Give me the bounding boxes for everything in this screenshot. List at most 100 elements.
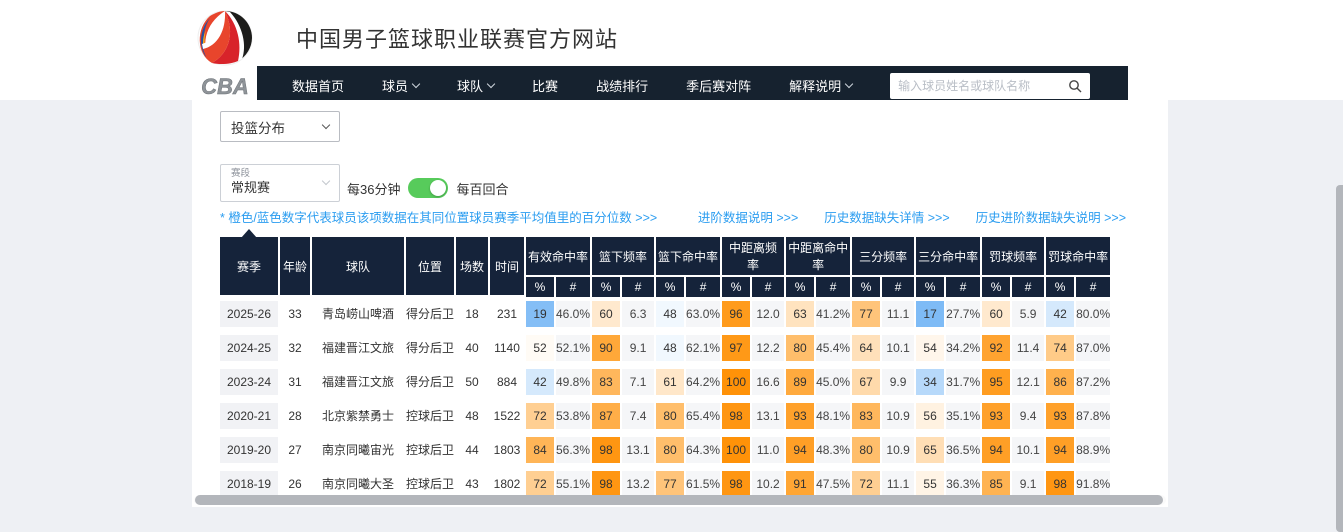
horizontal-scrollbar-thumb[interactable]	[195, 495, 1163, 505]
col-header-group-1[interactable]: 篮下频率	[592, 237, 654, 277]
col-subheader-4-0[interactable]: %	[786, 277, 814, 297]
help-link-1[interactable]: 历史数据缺失详情 >>>	[824, 207, 949, 226]
cell-percentile-8: 93	[1046, 399, 1074, 433]
col-subheader-6-0[interactable]: %	[916, 277, 944, 297]
col-subheader-8-1[interactable]: #	[1076, 277, 1110, 297]
cell-games: 40	[456, 331, 488, 365]
nav-item-4[interactable]: 战绩排行	[596, 76, 648, 95]
col-header-info-5[interactable]: 时间	[490, 237, 524, 297]
cell-team: 北京紫禁勇士	[312, 399, 404, 433]
cell-percentile-5: 67	[852, 365, 880, 399]
col-header-group-2[interactable]: 篮下命中率	[656, 237, 720, 277]
nav-item-5[interactable]: 季后赛对阵	[686, 76, 751, 95]
cell-season: 2025-26	[220, 297, 278, 331]
cell-value-6: 31.7%	[946, 365, 980, 399]
col-subheader-0-0[interactable]: %	[526, 277, 554, 297]
cell-percentile-4: 63	[786, 297, 814, 331]
stat-category-value: 投篮分布	[231, 117, 285, 137]
col-header-group-5[interactable]: 三分频率	[852, 237, 914, 277]
nav-item-3[interactable]: 比赛	[532, 76, 558, 95]
cell-team: 青岛崂山啤酒	[312, 297, 404, 331]
col-subheader-0-1[interactable]: #	[556, 277, 590, 297]
cell-percentile-8: 94	[1046, 433, 1074, 467]
percentile-note: * 橙色/蓝色数字代表球员该项数据在其同位置球员赛季平均值里的百分位数 >>>	[220, 207, 657, 226]
col-subheader-3-1[interactable]: #	[752, 277, 784, 297]
cell-percentile-6: 17	[916, 297, 944, 331]
col-header-group-0[interactable]: 有效命中率	[526, 237, 590, 277]
cell-minutes: 1522	[490, 399, 524, 433]
col-subheader-5-0[interactable]: %	[852, 277, 880, 297]
cell-value-5: 10.9	[882, 433, 914, 467]
col-subheader-4-1[interactable]: #	[816, 277, 850, 297]
cell-value-2: 62.1%	[686, 331, 720, 365]
cell-value-6: 36.5%	[946, 433, 980, 467]
col-subheader-2-0[interactable]: %	[656, 277, 684, 297]
cell-season: 2024-25	[220, 331, 278, 365]
cell-value-0: 56.3%	[556, 433, 590, 467]
cell-value-8: 87.8%	[1076, 399, 1110, 433]
cell-value-8: 88.9%	[1076, 433, 1110, 467]
toggle-label-per36: 每36分钟	[347, 179, 400, 198]
cell-value-6: 35.1%	[946, 399, 980, 433]
nav-item-2[interactable]: 球队	[457, 76, 494, 95]
col-subheader-5-1[interactable]: #	[882, 277, 914, 297]
search-input[interactable]	[898, 79, 1068, 93]
help-link-2[interactable]: 历史进阶数据缺失说明 >>>	[976, 207, 1126, 226]
cell-games: 18	[456, 297, 488, 331]
col-header-info-0[interactable]: 赛季	[220, 237, 278, 297]
cell-age: 31	[280, 365, 310, 399]
stage-select[interactable]: 赛段 常规赛	[220, 164, 340, 202]
chevron-down-icon	[322, 121, 330, 129]
horizontal-scrollbar[interactable]	[194, 495, 1166, 505]
chevron-down-icon	[412, 80, 420, 88]
col-subheader-7-0[interactable]: %	[982, 277, 1010, 297]
table-row: 2025-2633青岛崂山啤酒得分后卫182311946.0%606.34863…	[220, 297, 1110, 331]
cell-percentile-1: 87	[592, 399, 620, 433]
col-subheader-1-0[interactable]: %	[592, 277, 620, 297]
search-box[interactable]	[890, 73, 1090, 99]
col-header-info-3[interactable]: 位置	[406, 237, 454, 297]
cell-position: 得分后卫	[406, 331, 454, 365]
stat-category-select[interactable]: 投篮分布	[220, 111, 340, 142]
col-header-group-4[interactable]: 中距离命中率	[786, 237, 850, 277]
cell-percentile-0: 42	[526, 365, 554, 399]
col-header-info-4[interactable]: 场数	[456, 237, 488, 297]
toggle-knob	[430, 180, 446, 196]
col-header-group-8[interactable]: 罚球命中率	[1046, 237, 1110, 277]
col-subheader-6-1[interactable]: #	[946, 277, 980, 297]
vertical-scrollbar-thumb[interactable]	[1336, 185, 1343, 532]
cell-value-7: 12.1	[1012, 365, 1044, 399]
col-subheader-8-0[interactable]: %	[1046, 277, 1074, 297]
cell-percentile-4: 89	[786, 365, 814, 399]
cell-percentile-0: 19	[526, 297, 554, 331]
col-header-group-3[interactable]: 中距离频率	[722, 237, 784, 277]
col-header-info-1[interactable]: 年龄	[280, 237, 310, 297]
chevron-down-icon	[845, 80, 853, 88]
col-subheader-1-1[interactable]: #	[622, 277, 654, 297]
rate-mode-toggle-row: 每36分钟 每百回合	[347, 178, 508, 198]
rate-mode-toggle[interactable]	[408, 178, 448, 198]
col-header-group-6[interactable]: 三分命中率	[916, 237, 980, 277]
cell-value-4: 48.3%	[816, 433, 850, 467]
stats-table: 赛季年龄球队位置场数时间有效命中率篮下频率篮下命中率中距离频率中距离命中率三分频…	[218, 237, 1112, 501]
nav-item-0[interactable]: 数据首页	[292, 76, 344, 95]
nav-item-1[interactable]: 球员	[382, 76, 419, 95]
page-title: 中国男子篮球职业联赛官方网站	[296, 22, 618, 54]
stats-table-wrap: 赛季年龄球队位置场数时间有效命中率篮下频率篮下命中率中距离频率中距离命中率三分频…	[218, 237, 1112, 501]
cell-team: 福建晋江文旅	[312, 331, 404, 365]
col-header-info-2[interactable]: 球队	[312, 237, 404, 297]
cell-age: 32	[280, 331, 310, 365]
col-header-group-7[interactable]: 罚球频率	[982, 237, 1044, 277]
cell-minutes: 231	[490, 297, 524, 331]
cell-percentile-2: 48	[656, 297, 684, 331]
cba-logo: CBA	[194, 6, 256, 98]
search-icon[interactable]	[1068, 79, 1082, 93]
nav-item-6[interactable]: 解释说明	[789, 76, 852, 95]
help-link-0[interactable]: 进阶数据说明 >>>	[698, 207, 798, 226]
col-subheader-7-1[interactable]: #	[1012, 277, 1044, 297]
cell-percentile-2: 80	[656, 433, 684, 467]
cell-position: 控球后卫	[406, 399, 454, 433]
cell-percentile-1: 83	[592, 365, 620, 399]
col-subheader-3-0[interactable]: %	[722, 277, 750, 297]
col-subheader-2-1[interactable]: #	[686, 277, 720, 297]
